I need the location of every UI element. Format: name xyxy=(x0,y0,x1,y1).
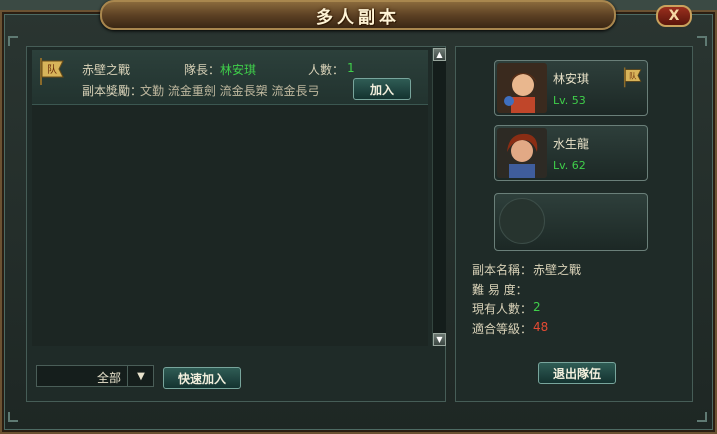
dialog-title: 多人副本 xyxy=(316,7,400,28)
team-list-row[interactable]: 队 赤壁之戰 隊長： 林安琪 人數： 1 副本獎勵： 文勤 流金重劍 流金長槊 … xyxy=(32,50,428,105)
corner-ornament xyxy=(697,412,707,422)
join-button[interactable]: 加入 xyxy=(353,78,411,100)
filter-select[interactable]: 全部 ▼ xyxy=(36,365,154,387)
corner-ornament xyxy=(8,412,18,422)
filter-selected: 全部 xyxy=(97,371,122,385)
suggested-level-label: 適合等級： xyxy=(472,322,533,336)
leader-flag-char: 队 xyxy=(629,71,637,80)
current-count-value: 2 xyxy=(533,300,541,314)
leader-flag-icon: 队 xyxy=(623,67,642,88)
dungeon-name-label: 副本名稱： xyxy=(472,263,533,277)
quick-join-button[interactable]: 快速加入 xyxy=(163,367,241,389)
member-portrait xyxy=(497,128,547,178)
member-name: 林安琪 xyxy=(553,72,590,86)
team-flag-icon: 队 xyxy=(40,58,64,85)
close-button[interactable]: X xyxy=(656,5,692,27)
empty-slot-icon xyxy=(499,198,545,244)
scroll-down-icon[interactable]: ▼ xyxy=(433,333,446,346)
member-level: Lv. 62 xyxy=(553,159,586,172)
row-reward-label: 副本獎勵： xyxy=(82,84,143,98)
row-dungeon-name: 赤壁之戰 xyxy=(82,63,131,77)
member-portrait xyxy=(497,63,547,113)
party-member-card[interactable]: 水生龍 Lv. 62 xyxy=(494,125,648,181)
close-icon: X xyxy=(668,8,680,24)
list-scrollbar[interactable]: ▲ ▼ xyxy=(432,48,446,346)
corner-ornament xyxy=(8,36,18,46)
current-count-label: 現有人數： xyxy=(472,302,533,316)
corner-ornament xyxy=(697,36,707,46)
dungeon-name-value: 赤壁之戰 xyxy=(533,263,582,277)
row-count: 1 xyxy=(347,61,355,75)
scroll-up-icon[interactable]: ▲ xyxy=(433,48,446,61)
leave-party-button[interactable]: 退出隊伍 xyxy=(538,362,616,384)
row-captain-name: 林安琪 xyxy=(220,63,257,77)
party-member-card[interactable]: 林安琪 Lv. 53 队 xyxy=(494,60,648,116)
dialog-title-bar: 多人副本 xyxy=(100,0,616,30)
row-count-label: 人數： xyxy=(308,63,345,77)
difficulty-label: 難 易 度： xyxy=(472,283,528,297)
empty-party-slot[interactable] xyxy=(494,193,648,251)
member-level: Lv. 53 xyxy=(553,94,586,107)
row-rewards: 文勤 流金重劍 流金長槊 流金長弓 xyxy=(140,84,320,98)
chevron-down-icon[interactable]: ▼ xyxy=(127,366,154,386)
row-captain-label: 隊長： xyxy=(184,63,221,77)
suggested-level-value: 48 xyxy=(533,320,549,334)
team-flag-char: 队 xyxy=(47,63,57,76)
member-name: 水生龍 xyxy=(553,137,590,151)
team-list: 队 赤壁之戰 隊長： 林安琪 人數： 1 副本獎勵： 文勤 流金重劍 流金長槊 … xyxy=(32,50,428,346)
